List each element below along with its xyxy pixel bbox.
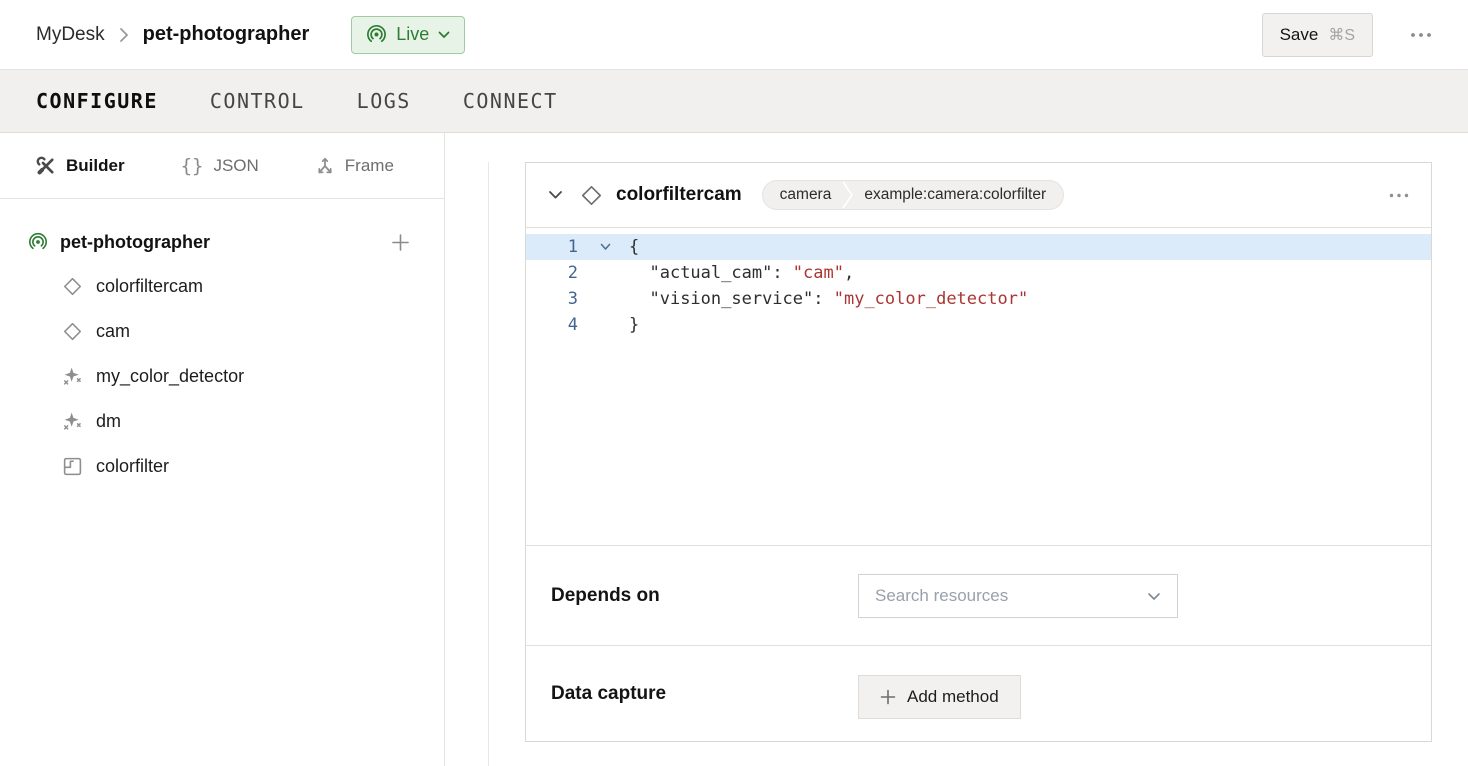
fold-gutter bbox=[578, 286, 629, 312]
code-text: "actual_cam": "cam", bbox=[629, 260, 854, 286]
depends-on-section: Depends on bbox=[526, 546, 1431, 646]
component-diamond-icon bbox=[62, 321, 83, 342]
code-line: 2 "actual_cam": "cam", bbox=[526, 260, 1431, 286]
tree-item-label: my_color_detector bbox=[96, 366, 244, 387]
main-nav-tabs: CONFIGURE CONTROL LOGS CONNECT bbox=[0, 70, 1468, 133]
module-icon bbox=[62, 456, 83, 477]
collapse-chevron-icon[interactable] bbox=[548, 190, 563, 200]
save-button[interactable]: Save ⌘S bbox=[1262, 13, 1373, 57]
machine-config-page: MyDesk pet-photographer Live Save bbox=[0, 0, 1468, 766]
braces-icon: {} bbox=[181, 155, 204, 177]
breadcrumb: MyDesk pet-photographer bbox=[36, 23, 309, 46]
resource-card-header: colorfiltercam camera example:camera:col… bbox=[526, 163, 1431, 228]
resource-card-colorfiltercam: colorfiltercam camera example:camera:col… bbox=[525, 162, 1432, 742]
more-options-icon[interactable] bbox=[1410, 32, 1432, 38]
tree-item-label: colorfilter bbox=[96, 456, 169, 477]
mode-json-label: JSON bbox=[213, 156, 258, 176]
line-number: 2 bbox=[526, 260, 578, 286]
component-diamond-icon bbox=[62, 276, 83, 297]
badge-divider-icon bbox=[842, 181, 853, 209]
code-text: "vision_service": "my_color_detector" bbox=[629, 286, 1028, 312]
api-badge: camera bbox=[780, 186, 832, 204]
mode-frame[interactable]: Frame bbox=[315, 156, 394, 176]
tree-item-label: cam bbox=[96, 321, 130, 342]
fold-gutter bbox=[578, 234, 629, 260]
code-text: } bbox=[629, 312, 639, 338]
mode-builder[interactable]: Builder bbox=[36, 156, 125, 176]
tree-item-my-color-detector[interactable]: my_color_detector bbox=[0, 354, 444, 399]
resource-type-badge: camera example:camera:colorfilter bbox=[762, 180, 1064, 210]
add-resource-icon[interactable] bbox=[391, 233, 410, 252]
save-button-label: Save bbox=[1280, 25, 1319, 45]
add-method-label: Add method bbox=[907, 687, 999, 707]
data-capture-section: Data capture Add method bbox=[526, 646, 1431, 742]
tree-item-colorfilter[interactable]: colorfilter bbox=[0, 444, 444, 489]
data-capture-label: Data capture bbox=[551, 683, 666, 705]
content-divider bbox=[488, 162, 489, 766]
config-mode-switcher: Builder {} JSON Frame bbox=[0, 133, 444, 199]
tree-item-label: dm bbox=[96, 411, 121, 432]
tree-item-cam[interactable]: cam bbox=[0, 309, 444, 354]
tab-configure[interactable]: CONFIGURE bbox=[36, 89, 158, 113]
fold-gutter bbox=[578, 260, 629, 286]
code-line: 3 "vision_service": "my_color_detector" bbox=[526, 286, 1431, 312]
frame-axes-icon bbox=[315, 156, 335, 176]
code-text: { bbox=[629, 234, 639, 260]
tree-item-dm[interactable]: dm bbox=[0, 399, 444, 444]
add-method-button[interactable]: Add method bbox=[858, 675, 1021, 719]
model-badge: example:camera:colorfilter bbox=[864, 186, 1046, 204]
top-bar: MyDesk pet-photographer Live Save bbox=[0, 0, 1468, 70]
attributes-json-editor[interactable]: 1 { 2 "actual_cam": "cam", 3 "vision_ser… bbox=[526, 228, 1431, 546]
breadcrumb-org-link[interactable]: MyDesk bbox=[36, 24, 105, 46]
depends-on-label: Depends on bbox=[551, 585, 660, 607]
mode-builder-label: Builder bbox=[66, 156, 125, 176]
plus-icon bbox=[880, 689, 896, 705]
topbar-actions: Save ⌘S bbox=[1262, 13, 1432, 57]
tree-item-label: colorfiltercam bbox=[96, 276, 203, 297]
chevron-down-icon bbox=[1147, 592, 1161, 601]
service-sparkles-icon bbox=[62, 411, 83, 432]
live-status-dropdown[interactable]: Live bbox=[351, 16, 465, 54]
live-machine-icon bbox=[28, 232, 48, 252]
save-shortcut-hint: ⌘S bbox=[1328, 25, 1355, 45]
resource-title: colorfiltercam bbox=[616, 184, 742, 206]
code-line: 1 { bbox=[526, 234, 1431, 260]
chevron-down-icon bbox=[438, 31, 450, 39]
live-broadcast-icon bbox=[366, 24, 387, 45]
line-number: 4 bbox=[526, 312, 578, 338]
breadcrumb-machine-name: pet-photographer bbox=[143, 23, 310, 46]
card-more-options-icon[interactable] bbox=[1389, 193, 1409, 198]
tab-control[interactable]: CONTROL bbox=[210, 89, 305, 113]
tab-connect[interactable]: CONNECT bbox=[463, 89, 558, 113]
resource-tree: pet-photographer colorfiltercam cam bbox=[0, 199, 444, 489]
depends-on-select[interactable] bbox=[858, 574, 1178, 618]
component-diamond-icon bbox=[580, 184, 603, 207]
fold-chevron-icon[interactable] bbox=[600, 243, 611, 251]
line-number: 1 bbox=[526, 234, 578, 260]
search-resources-input[interactable] bbox=[875, 586, 1147, 606]
tree-item-colorfiltercam[interactable]: colorfiltercam bbox=[0, 264, 444, 309]
fold-gutter bbox=[578, 312, 629, 338]
mode-frame-label: Frame bbox=[345, 156, 394, 176]
tree-root-label: pet-photographer bbox=[60, 232, 210, 253]
tools-icon bbox=[36, 156, 56, 176]
mode-json[interactable]: {} JSON bbox=[181, 155, 259, 177]
tree-root-machine[interactable]: pet-photographer bbox=[0, 220, 444, 264]
chevron-right-icon bbox=[119, 27, 129, 43]
service-sparkles-icon bbox=[62, 366, 83, 387]
line-number: 3 bbox=[526, 286, 578, 312]
config-sidebar: Builder {} JSON Frame bbox=[0, 133, 445, 766]
code-line: 4 } bbox=[526, 312, 1431, 338]
tab-logs[interactable]: LOGS bbox=[357, 89, 411, 113]
live-status-label: Live bbox=[396, 24, 429, 45]
